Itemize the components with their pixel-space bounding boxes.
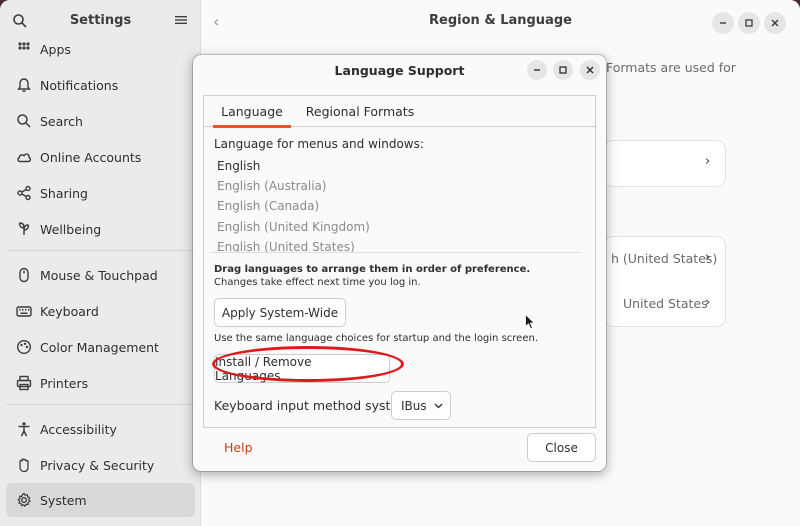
sidebar-item-label: System bbox=[40, 492, 87, 508]
tab-language[interactable]: Language bbox=[213, 96, 291, 128]
printer-icon bbox=[16, 375, 32, 391]
search-icon bbox=[17, 114, 31, 128]
list-item[interactable]: English (Canada) bbox=[217, 199, 319, 213]
chevron-right-icon[interactable]: › bbox=[705, 295, 710, 310]
minimize-icon bbox=[534, 69, 540, 71]
input-method-dropdown[interactable]: IBus bbox=[391, 391, 451, 420]
sidebar-item-sharing[interactable]: Sharing bbox=[6, 176, 195, 210]
dialog-maximize-button[interactable] bbox=[553, 60, 573, 80]
main-header: ‹ Region & Language bbox=[201, 0, 800, 42]
share-icon bbox=[17, 185, 31, 201]
bell-icon bbox=[17, 78, 31, 92]
language-notebook: Language Regional Formats Language for m… bbox=[203, 95, 597, 428]
sidebar-item-apps[interactable]: Apps bbox=[6, 32, 195, 66]
sidebar-item-label: Mouse & Touchpad bbox=[40, 267, 158, 283]
list-item[interactable]: English (United States) bbox=[217, 240, 355, 252]
sidebar-item-label: Notifications bbox=[40, 77, 119, 93]
sidebar-item-accessibility[interactable]: Accessibility bbox=[6, 412, 195, 446]
maximize-button[interactable] bbox=[738, 12, 760, 34]
sidebar-item-notifications[interactable]: Notifications bbox=[6, 68, 195, 102]
mouse-cursor-icon bbox=[525, 314, 535, 330]
apply-system-wide-button[interactable]: Apply System-Wide bbox=[214, 298, 346, 327]
sidebar-item-label: Wellbeing bbox=[40, 221, 102, 237]
maximize-icon bbox=[745, 19, 753, 27]
language-row[interactable]: › bbox=[605, 141, 725, 186]
sidebar-item-online-accounts[interactable]: Online Accounts bbox=[6, 140, 195, 174]
hand-icon bbox=[19, 458, 29, 473]
minimize-button[interactable] bbox=[712, 12, 734, 34]
formats-row-value: h (United States) bbox=[611, 251, 718, 266]
mouse-icon bbox=[19, 267, 29, 283]
sidebar-item-label: Printers bbox=[40, 375, 89, 391]
gear-icon bbox=[17, 492, 31, 508]
input-method-label: Keyboard input method system: bbox=[214, 398, 415, 413]
sidebar-item-label: Privacy & Security bbox=[40, 457, 155, 473]
list-item[interactable]: English (United Kingdom) bbox=[217, 220, 370, 234]
language-support-dialog: Language Support Language Regional Forma… bbox=[193, 55, 606, 471]
cloud-icon bbox=[17, 153, 31, 163]
leaf-icon bbox=[18, 222, 30, 235]
sidebar-separator bbox=[6, 404, 195, 405]
close-window-button[interactable] bbox=[764, 12, 786, 34]
apply-hint: Use the same language choices for startu… bbox=[214, 333, 538, 344]
chevron-right-icon[interactable]: › bbox=[705, 250, 710, 265]
help-button[interactable]: Help bbox=[224, 440, 253, 455]
sidebar-item-system[interactable]: System bbox=[6, 483, 195, 517]
palette-icon bbox=[16, 339, 32, 355]
sidebar-item-label: Keyboard bbox=[40, 303, 99, 319]
minimize-icon bbox=[720, 22, 726, 24]
input-method-value: IBus bbox=[401, 398, 427, 413]
maximize-icon bbox=[559, 66, 567, 74]
close-button[interactable]: Close bbox=[527, 433, 596, 462]
sidebar-separator bbox=[6, 250, 195, 251]
sidebar-item-label: Online Accounts bbox=[40, 149, 142, 165]
drag-hint: Drag languages to arrange them in order … bbox=[214, 264, 531, 275]
settings-sidebar: Settings Apps Notifications Search Onlin… bbox=[0, 0, 201, 526]
hamburger-menu-icon[interactable] bbox=[174, 13, 188, 27]
sidebar-item-wellbeing[interactable]: Wellbeing bbox=[6, 212, 195, 246]
list-item[interactable]: English (Australia) bbox=[217, 179, 327, 193]
apps-icon bbox=[18, 42, 30, 50]
dialog-minimize-button[interactable] bbox=[527, 60, 547, 80]
close-icon bbox=[586, 66, 594, 74]
chevron-down-icon bbox=[434, 403, 443, 409]
close-icon bbox=[771, 19, 779, 27]
sidebar-title: Settings bbox=[69, 13, 132, 28]
list-item[interactable]: English bbox=[217, 159, 260, 173]
chevron-right-icon: › bbox=[705, 154, 711, 169]
sidebar-item-mouse-touchpad[interactable]: Mouse & Touchpad bbox=[6, 258, 195, 292]
tab-bar: Language Regional Formats bbox=[204, 96, 597, 128]
keyboard-icon bbox=[16, 306, 32, 317]
sidebar-item-label: Color Management bbox=[40, 339, 159, 355]
sidebar-item-label: Apps bbox=[40, 41, 71, 57]
sidebar-item-privacy-security[interactable]: Privacy & Security bbox=[6, 448, 195, 482]
menus-language-label: Language for menus and windows: bbox=[214, 137, 424, 151]
region-row-value: United States bbox=[623, 296, 708, 311]
settings-window: Settings Apps Notifications Search Onlin… bbox=[0, 0, 800, 526]
sidebar-item-color-management[interactable]: Color Management bbox=[6, 330, 195, 364]
formats-card: h (United States) › United States › bbox=[605, 237, 725, 326]
sidebar-item-printers[interactable]: Printers bbox=[6, 366, 195, 400]
tab-regional-formats[interactable]: Regional Formats bbox=[305, 96, 415, 127]
highlight-ellipse bbox=[212, 346, 404, 382]
sidebar-item-label: Accessibility bbox=[40, 421, 117, 437]
formats-description: Formats are used for bbox=[606, 60, 736, 75]
page-title: Region & Language bbox=[429, 13, 572, 28]
drag-subhint: Changes take effect next time you log in… bbox=[214, 277, 421, 288]
sidebar-item-label: Sharing bbox=[40, 185, 88, 201]
language-list[interactable]: English English (Australia) English (Can… bbox=[211, 156, 580, 253]
sidebar-item-search[interactable]: Search bbox=[6, 104, 195, 138]
accessibility-icon bbox=[18, 422, 30, 437]
dialog-close-button[interactable] bbox=[580, 60, 600, 80]
sidebar-item-label: Search bbox=[40, 113, 83, 129]
sidebar-item-keyboard[interactable]: Keyboard bbox=[6, 294, 195, 328]
